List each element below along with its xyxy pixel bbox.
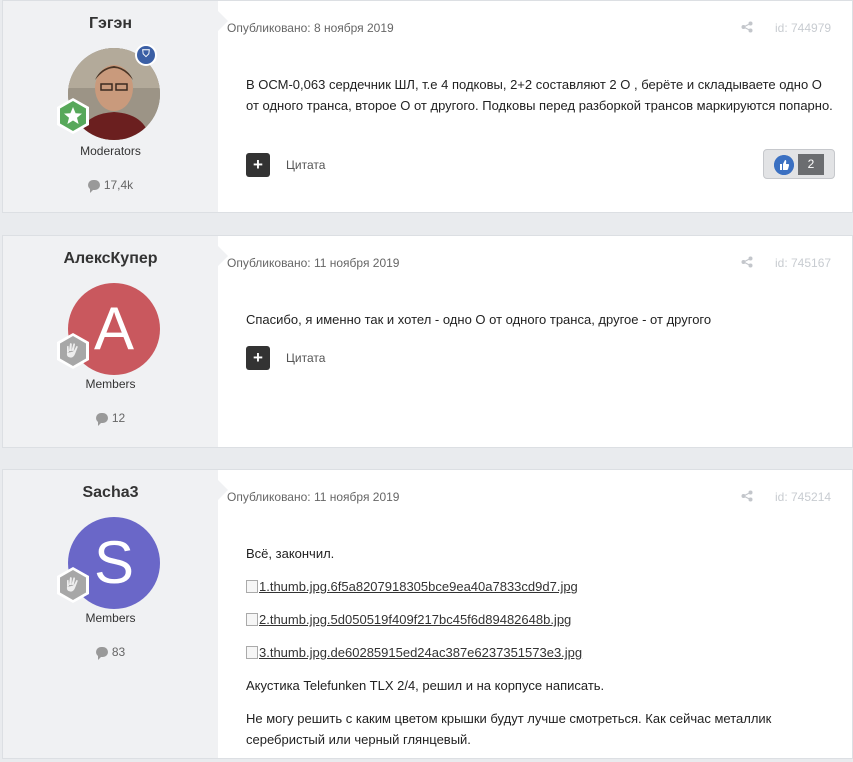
post: АлексКупер A Members 12 Опубликовано: 11… [2,235,853,448]
post-id[interactable]: id: 745167 [775,256,831,270]
share-icon[interactable] [741,21,753,33]
published-date[interactable]: Опубликовано: 11 ноября 2019 [227,256,399,270]
post-id[interactable]: id: 745214 [775,490,831,504]
reaction-count: 2 [798,154,824,175]
post-text: Всё, закончил. [246,546,335,561]
attachment-link[interactable]: 2.thumb.jpg.5d050519f409f217bc45f6d89482… [246,609,834,630]
share-icon[interactable] [741,490,753,502]
hand-rank-icon [54,566,92,604]
broken-image-icon [246,580,258,593]
post-id[interactable]: id: 744979 [775,21,831,35]
published-date[interactable]: Опубликовано: 8 ноября 2019 [227,21,394,35]
post: Sacha3 S Members 83 Опубликовано: 11 ноя… [2,469,853,759]
quote-button[interactable]: Цитата [286,158,325,172]
multiquote-button[interactable]: + [246,153,270,177]
post-content: Всё, закончил. 1.thumb.jpg.6f5a820791830… [246,543,834,762]
reaction-button[interactable]: 2 [763,149,835,179]
share-icon[interactable] [741,256,753,268]
author-name[interactable]: Гэгэн [3,15,218,33]
multiquote-button[interactable]: + [246,346,270,370]
broken-image-icon [246,646,258,659]
post: Гэгэн ⛉ Moderators 17,4k Опубликовано: 8 [2,0,853,213]
author-panel: АлексКупер A Members 12 [3,236,218,447]
thumbs-up-icon [774,155,794,175]
post-count: 83 [3,645,218,660]
attachment-link[interactable]: 3.thumb.jpg.de60285915ed24ac387e62373515… [246,642,834,663]
comment-icon [95,647,108,660]
comment-icon [95,413,108,426]
attachment-link[interactable]: 1.thumb.jpg.6f5a8207918305bce9ea40a7833c… [246,576,834,597]
author-panel: Sacha3 S Members 83 [3,470,218,758]
quote-button[interactable]: Цитата [286,351,325,365]
post-count: 17,4k [3,178,218,193]
author-panel: Гэгэн ⛉ Moderators 17,4k [3,1,218,212]
member-group: Members [85,377,136,391]
author-name[interactable]: Sacha3 [3,484,218,502]
star-rank-icon [54,97,92,135]
post-text: Акустика Telefunken TLX 2/4, решил и на … [246,678,605,693]
post-count: 12 [3,411,218,426]
author-name[interactable]: АлексКупер [3,250,218,268]
comment-icon [87,180,100,193]
shield-icon: ⛉ [135,44,157,66]
hand-rank-icon [54,332,92,370]
post-content: В ОСМ-0,063 сердечник ШЛ, т.е 4 подковы,… [246,74,834,128]
published-date[interactable]: Опубликовано: 11 ноября 2019 [227,490,399,504]
post-content: Спасибо, я именно так и хотел - одно О о… [246,309,834,342]
post-text: В ОСМ-0,063 сердечник ШЛ, т.е 4 подковы,… [246,77,833,113]
post-text: Спасибо, я именно так и хотел - одно О о… [246,312,712,327]
member-group: Members [85,611,136,625]
member-group: Moderators [80,144,141,158]
post-text: Не могу решить с каким цветом крышки буд… [246,711,772,747]
broken-image-icon [246,613,258,626]
